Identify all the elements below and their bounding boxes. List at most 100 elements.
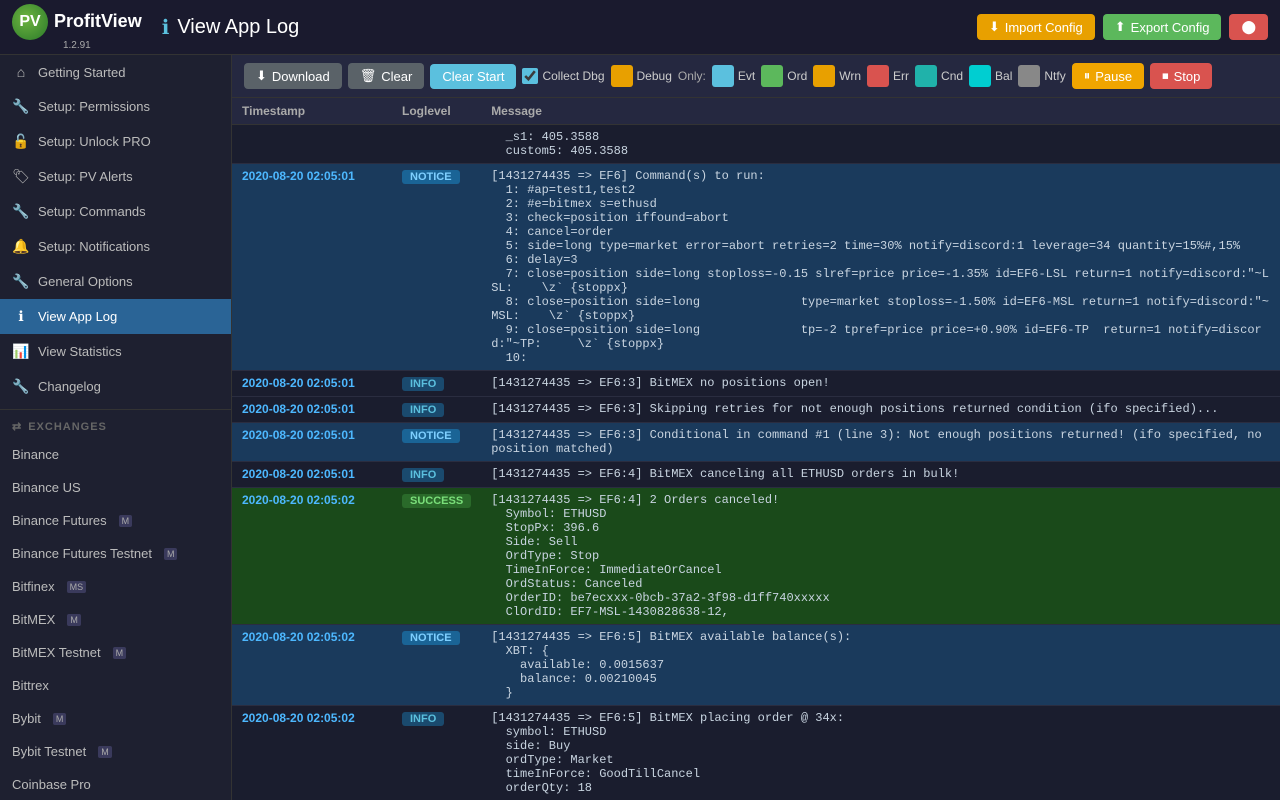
- sidebar-item-bybit[interactable]: Bybit M: [0, 702, 231, 735]
- sidebar-item-binance-futures[interactable]: Binance Futures M: [0, 504, 231, 537]
- log-area: Timestamp Loglevel Message _s1: 405.3588…: [232, 98, 1280, 800]
- exchange-label-coinbase-pro: Coinbase Pro: [12, 777, 91, 792]
- stop-icon: ⏹: [1162, 68, 1169, 84]
- sidebar-item-bitmex[interactable]: BitMEXM: [0, 603, 231, 636]
- nav-label-setup-unlock-pro: Setup: Unlock PRO: [38, 134, 151, 149]
- log-row: 2020-08-20 02:05:02 INFO [1431274435 => …: [232, 706, 1280, 800]
- exchange-label-bybit: Bybit: [12, 711, 41, 726]
- collect-dbg-toggle: Collect Dbg: [522, 68, 604, 84]
- log-row: 2020-08-20 02:05:01 INFO [1431274435 => …: [232, 397, 1280, 423]
- log-message: [1431274435 => EF6:3] Skipping retries f…: [481, 397, 1280, 423]
- sidebar-item-setup-unlock-pro[interactable]: 🔓Setup: Unlock PRO: [0, 124, 231, 159]
- exchange-label-binance-futures: Binance Futures: [12, 513, 107, 528]
- log-level-badge: NOTICE: [402, 631, 460, 645]
- exchange-label-binance-us: Binance US: [12, 480, 81, 495]
- col-loglevel: Loglevel: [392, 98, 481, 125]
- logo-area: PV ProfitView 1.2.91: [12, 4, 142, 51]
- collect-dbg-checkbox[interactable]: [522, 68, 538, 84]
- sidebar-item-setup-commands[interactable]: 🔧Setup: Commands: [0, 194, 231, 229]
- nav-icon-changelog: 🔧: [12, 378, 30, 395]
- topbar-extra-button[interactable]: ⬤: [1229, 14, 1268, 40]
- sidebar-item-bittrex[interactable]: Bittrex: [0, 669, 231, 702]
- nav-icon-getting-started: ⌂: [12, 64, 30, 80]
- exchange-badge-bitmex-testnet: M: [113, 647, 127, 659]
- sidebar-item-view-app-log[interactable]: ℹView App Log: [0, 299, 231, 334]
- log-message: [1431274435 => EF6:5] BitMEX placing ord…: [481, 706, 1280, 800]
- download-icon: ⬇: [989, 19, 1000, 35]
- log-level-badge: INFO: [402, 377, 444, 391]
- nav-icon-setup-pv-alerts: 🏷: [12, 168, 30, 185]
- import-config-button[interactable]: ⬇ Import Config: [977, 14, 1095, 40]
- log-timestamp: 2020-08-20 02:05:01: [232, 371, 392, 397]
- topbar: PV ProfitView 1.2.91 ℹ View App Log ⬇ Im…: [0, 0, 1280, 55]
- sidebar-item-binance-us[interactable]: Binance US: [0, 471, 231, 504]
- exchanges-section: ⇄ Exchanges: [0, 409, 231, 438]
- ord-toggle: Ord: [761, 65, 807, 87]
- sidebar-item-setup-permissions[interactable]: 🔧Setup: Permissions: [0, 89, 231, 124]
- sidebar-item-bitfinex[interactable]: BitfinexMS: [0, 570, 231, 603]
- nav-icon-view-statistics: 📊: [12, 343, 30, 360]
- sidebar-item-general-options[interactable]: 🔧General Options: [0, 264, 231, 299]
- log-message: [1431274435 => EF6:3] BitMEX no position…: [481, 371, 1280, 397]
- exchange-label-bitmex: BitMEX: [12, 612, 55, 627]
- log-level: [392, 125, 481, 164]
- evt-color-sq: [712, 65, 734, 87]
- sidebar-item-bitmex-testnet[interactable]: BitMEX TestnetM: [0, 636, 231, 669]
- page-title: View App Log: [177, 16, 299, 39]
- content-area: ⬇ Download 🗑 Clear Clear Start Collect D…: [232, 55, 1280, 800]
- sidebar-item-bybit-testnet[interactable]: Bybit Testnet M: [0, 735, 231, 768]
- nav-label-view-statistics: View Statistics: [38, 344, 122, 359]
- bal-toggle: Bal: [969, 65, 1012, 87]
- download-arrow-icon: ⬇: [256, 68, 267, 84]
- cnd-color-sq: [915, 65, 937, 87]
- clear-button[interactable]: 🗑 Clear: [348, 63, 425, 89]
- exchange-badge-binance-futures-testnet: M: [164, 548, 178, 560]
- sidebar-item-setup-pv-alerts[interactable]: 🏷Setup: PV Alerts: [0, 159, 231, 194]
- log-timestamp: 2020-08-20 02:05:02: [232, 488, 392, 625]
- log-level: INFO: [392, 706, 481, 800]
- info-icon: ℹ: [162, 15, 170, 40]
- log-row: 2020-08-20 02:05:02 NOTICE [1431274435 =…: [232, 625, 1280, 706]
- sidebar-item-getting-started[interactable]: ⌂Getting Started: [0, 55, 231, 89]
- exchange-badge-bybit-testnet: M: [98, 746, 112, 758]
- log-row: 2020-08-20 02:05:01 NOTICE [1431274435 =…: [232, 164, 1280, 371]
- nav-icon-general-options: 🔧: [12, 273, 30, 290]
- exchange-badge-bitfinex: MS: [67, 581, 87, 593]
- log-level-badge: NOTICE: [402, 170, 460, 184]
- err-toggle: Err: [867, 65, 909, 87]
- log-level-badge: NOTICE: [402, 429, 460, 443]
- nav-label-setup-notifications: Setup: Notifications: [38, 239, 150, 254]
- exchange-label-binance: Binance: [12, 447, 59, 462]
- stop-button[interactable]: ⏹ Stop: [1150, 63, 1212, 89]
- log-message: [1431274435 => EF6:5] BitMEX available b…: [481, 625, 1280, 706]
- sidebar-item-binance[interactable]: Binance: [0, 438, 231, 471]
- sidebar-item-view-statistics[interactable]: 📊 View Statistics: [0, 334, 231, 369]
- exchange-badge-bybit: M: [53, 713, 67, 725]
- exchange-badge-binance-futures: M: [119, 515, 133, 527]
- nav-icon-setup-permissions: 🔧: [12, 98, 30, 115]
- log-level-badge: SUCCESS: [402, 494, 471, 508]
- log-timestamp: 2020-08-20 02:05:02: [232, 706, 392, 800]
- log-level-badge: INFO: [402, 403, 444, 417]
- sidebar-item-coinbase-pro[interactable]: Coinbase Pro: [0, 768, 231, 800]
- exchange-label-binance-futures-testnet: Binance Futures Testnet: [12, 546, 152, 561]
- sidebar-item-binance-futures-testnet[interactable]: Binance Futures Testnet M: [0, 537, 231, 570]
- clear-start-button[interactable]: Clear Start: [430, 64, 516, 89]
- sidebar-item-setup-notifications[interactable]: 🔔Setup: Notifications: [0, 229, 231, 264]
- export-config-button[interactable]: ⬆ Export Config: [1103, 14, 1222, 40]
- ntfy-toggle: Ntfy: [1018, 65, 1065, 87]
- pause-icon: ⏸: [1084, 68, 1091, 84]
- page-title-area: ℹ View App Log: [162, 15, 977, 40]
- debug-color-sq: [611, 65, 633, 87]
- evt-toggle: Evt: [712, 65, 755, 87]
- cnd-toggle: Cnd: [915, 65, 963, 87]
- log-message: [1431274435 => EF6] Command(s) to run: 1…: [481, 164, 1280, 371]
- exchange-label-bybit-testnet: Bybit Testnet: [12, 744, 86, 759]
- download-button[interactable]: ⬇ Download: [244, 63, 342, 89]
- upload-icon: ⬆: [1115, 19, 1126, 35]
- log-level: INFO: [392, 371, 481, 397]
- pause-button[interactable]: ⏸ Pause: [1072, 63, 1144, 89]
- log-timestamp: [232, 125, 392, 164]
- sidebar-item-changelog[interactable]: 🔧Changelog: [0, 369, 231, 404]
- logo-icon: PV: [12, 4, 48, 40]
